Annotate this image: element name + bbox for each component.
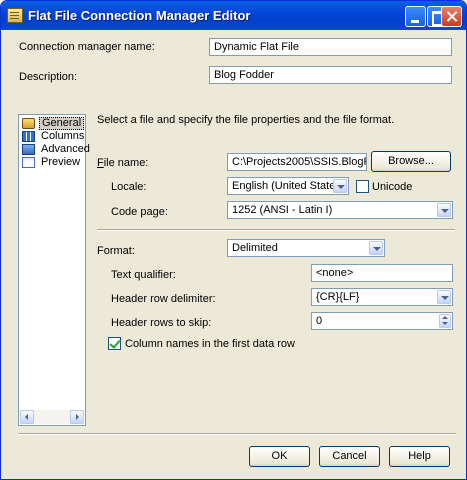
help-button[interactable]: Help <box>389 446 450 467</box>
header-rows-to-skip-stepper[interactable]: 0 <box>311 312 453 330</box>
sidebar-item-label: Advanced <box>41 143 90 155</box>
advanced-icon <box>22 144 35 155</box>
close-button[interactable] <box>441 6 462 27</box>
window-title: Flat File Connection Manager Editor <box>28 8 251 23</box>
code-page-select[interactable]: 1252 (ANSI - Latin I) <box>227 201 453 219</box>
column-names-label: Column names in the first data row <box>125 338 295 350</box>
page-list[interactable]: General Columns Advanced Preview <box>18 114 90 426</box>
locale-value: English (United States) <box>232 180 345 192</box>
format-select[interactable]: Delimited <box>227 239 385 257</box>
preview-icon <box>22 157 35 168</box>
format-label: Format: <box>97 245 135 257</box>
scroll-left-icon[interactable] <box>20 410 34 424</box>
header-row-delimiter-label: Header row delimiter: <box>111 293 216 305</box>
text-qualifier-field[interactable]: <none> <box>311 264 453 282</box>
text-qualifier-label: Text qualifier: <box>111 269 176 281</box>
minimize-button[interactable] <box>405 6 426 27</box>
code-page-value: 1252 (ANSI - Latin I) <box>232 204 333 216</box>
unicode-checkbox[interactable] <box>356 180 369 193</box>
locale-label: Locale: <box>111 181 147 193</box>
divider <box>97 229 455 231</box>
chevron-down-icon[interactable] <box>437 203 451 217</box>
header-rows-to-skip-value: 0 <box>316 315 323 327</box>
locale-select[interactable]: English (United States) <box>227 177 349 195</box>
sidebar-item-advanced[interactable]: Advanced <box>21 143 90 156</box>
app-icon <box>7 8 23 23</box>
horizontal-scrollbar[interactable] <box>20 410 84 424</box>
description-label: Description: <box>19 71 78 83</box>
browse-button[interactable]: Browse... <box>371 151 451 172</box>
dialog-window: Flat File Connection Manager Editor Conn… <box>0 0 467 480</box>
chevron-down-icon[interactable] <box>369 241 383 255</box>
cancel-button[interactable]: Cancel <box>319 446 380 467</box>
columns-icon <box>22 131 35 142</box>
chevron-down-icon[interactable] <box>437 290 451 304</box>
title-bar[interactable]: Flat File Connection Manager Editor <box>1 1 466 30</box>
code-page-label: Code page: <box>111 206 168 218</box>
sidebar-item-label: Columns <box>41 130 85 142</box>
sidebar-item-columns[interactable]: Columns <box>21 130 85 143</box>
sidebar-item-label: Preview <box>41 156 81 168</box>
format-value: Delimited <box>232 242 278 254</box>
ok-button[interactable]: OK <box>249 446 310 467</box>
instructions-text: Select a file and specify the file prope… <box>97 114 395 126</box>
sidebar-item-preview[interactable]: Preview <box>21 156 83 169</box>
unicode-label: Unicode <box>372 181 413 193</box>
header-row-delimiter-select[interactable]: {CR}{LF} <box>311 288 453 306</box>
header-row-delimiter-value: {CR}{LF} <box>316 291 360 303</box>
scroll-right-icon[interactable] <box>70 410 84 424</box>
sidebar-item-label: General <box>39 117 85 130</box>
general-icon <box>22 118 35 129</box>
header-rows-to-skip-label: Header rows to skip: <box>111 317 212 329</box>
file-name-field[interactable]: C:\Projects2005\SSIS.BlogFodde <box>227 153 367 171</box>
file-name-label: File name: <box>97 157 149 169</box>
description-field[interactable]: Blog Fodder <box>209 66 452 84</box>
column-names-checkbox[interactable] <box>108 337 121 350</box>
footer-divider <box>18 433 456 435</box>
chevron-down-icon[interactable] <box>333 179 347 193</box>
spin-updown-icon[interactable] <box>439 314 451 328</box>
connection-name-label: Connection manager name: <box>19 41 155 53</box>
connection-name-field[interactable]: Dynamic Flat File <box>209 38 452 56</box>
sidebar-item-general[interactable]: General <box>21 117 85 130</box>
